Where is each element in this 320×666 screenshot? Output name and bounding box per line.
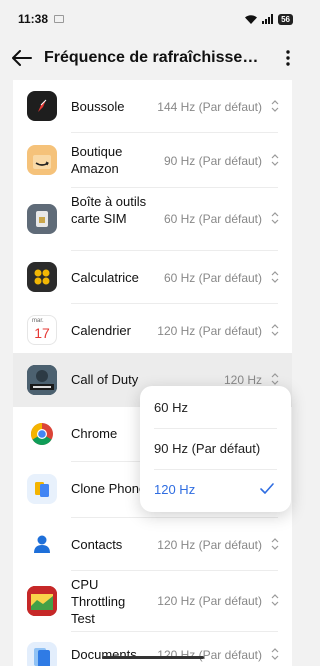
option-120hz[interactable]: 120 Hz [140, 469, 291, 510]
app-name: Calculatrice [71, 270, 139, 285]
refresh-rate-value: 144 Hz (Par défaut) [157, 100, 262, 114]
status-bar: 11:38 56 [0, 0, 305, 38]
list-item-documents[interactable]: Documents 120 Hz (Par défaut) [13, 632, 292, 666]
calendar-icon-date: 17 [34, 325, 50, 341]
option-label: 60 Hz [154, 400, 188, 415]
updown-chevron-icon [271, 154, 279, 166]
option-label: 90 Hz (Par défaut) [154, 441, 261, 456]
option-60hz[interactable]: 60 Hz [140, 387, 291, 428]
option-90hz[interactable]: 90 Hz (Par défaut) [140, 428, 291, 469]
list-item-sim-toolkit[interactable]: Boîte à outils carte SIM 60 Hz (Par défa… [13, 188, 292, 250]
app-name: Documents [71, 647, 137, 662]
list-item-cpu-throttling-test[interactable]: CPU Throttling Test 120 Hz (Par défaut) [13, 571, 292, 631]
cpu-throttling-icon [27, 586, 57, 616]
sim-toolkit-icon [27, 204, 57, 234]
back-button[interactable] [0, 38, 44, 78]
updown-chevron-icon [271, 648, 279, 660]
contacts-icon [27, 529, 57, 559]
list-item-contacts[interactable]: Contacts 120 Hz (Par défaut) [13, 518, 292, 570]
refresh-rate-value: 120 Hz (Par défaut) [157, 648, 262, 662]
notification-icon [54, 15, 65, 23]
battery-icon: 56 [278, 13, 293, 25]
app-header: Fréquence de rafraîchisseme… [0, 38, 305, 78]
status-icons: 56 [244, 13, 293, 25]
list-item-calculatrice[interactable]: Calculatrice 60 Hz (Par défaut) [13, 251, 292, 303]
updown-chevron-icon [271, 212, 279, 224]
more-vertical-icon [286, 50, 290, 66]
updown-chevron-icon [271, 538, 279, 550]
app-list: Boussole 144 Hz (Par défaut) Boutique Am… [13, 80, 292, 666]
updown-chevron-icon [271, 594, 279, 606]
refresh-rate-value: 120 Hz (Par défaut) [157, 324, 262, 338]
option-label: 120 Hz [154, 482, 196, 497]
amazon-icon [27, 145, 57, 175]
wifi-icon [245, 14, 258, 24]
app-name: Boîte à outils carte SIM [71, 194, 147, 226]
refresh-rate-value: 90 Hz (Par défaut) [163, 154, 262, 168]
page-title: Fréquence de rafraîchisseme… [44, 49, 271, 66]
calculator-icon [27, 262, 57, 292]
refresh-rate-value: 120 Hz (Par défaut) [157, 594, 262, 608]
app-name: Boussole [71, 99, 125, 114]
app-name: Calendrier [71, 323, 131, 338]
app-name: Boutique Amazon [71, 144, 123, 176]
calendar-icon: mar. 17 [27, 315, 57, 345]
refresh-rate-popup: 60 Hz 90 Hz (Par défaut) 120 Hz [140, 386, 291, 512]
updown-chevron-icon [271, 324, 279, 336]
documents-icon [27, 642, 57, 666]
clone-phone-icon [27, 474, 57, 504]
calendar-icon-day: mar. [32, 318, 44, 324]
app-name: Call of Duty [71, 372, 139, 387]
list-item-boussole[interactable]: Boussole 144 Hz (Par défaut) [13, 80, 292, 132]
updown-chevron-icon [271, 271, 279, 283]
list-item-calendrier[interactable]: mar. 17 Calendrier 120 Hz (Par défaut) [13, 304, 292, 356]
refresh-rate-value: 120 Hz [223, 373, 262, 387]
app-name: Contacts [71, 537, 123, 552]
home-indicator[interactable] [102, 656, 204, 659]
updown-chevron-icon [271, 100, 279, 112]
checkmark-icon [260, 483, 274, 494]
back-arrow-icon [12, 50, 32, 66]
compass-icon [27, 91, 57, 121]
app-name: Chrome [71, 426, 118, 441]
refresh-rate-value: 120 Hz (Par défaut) [157, 538, 262, 552]
chrome-icon [27, 419, 57, 449]
app-name: CPU Throttling Test [71, 577, 126, 626]
call-of-duty-icon [27, 365, 57, 395]
list-item-boutique-amazon[interactable]: Boutique Amazon 90 Hz (Par défaut) [13, 133, 292, 187]
signal-icon [262, 14, 274, 24]
updown-chevron-icon [271, 373, 279, 385]
refresh-rate-value: 60 Hz (Par défaut) [163, 212, 262, 226]
status-time: 11:38 [18, 12, 49, 26]
more-options-button[interactable] [271, 38, 305, 78]
refresh-rate-value: 60 Hz (Par défaut) [163, 271, 262, 285]
